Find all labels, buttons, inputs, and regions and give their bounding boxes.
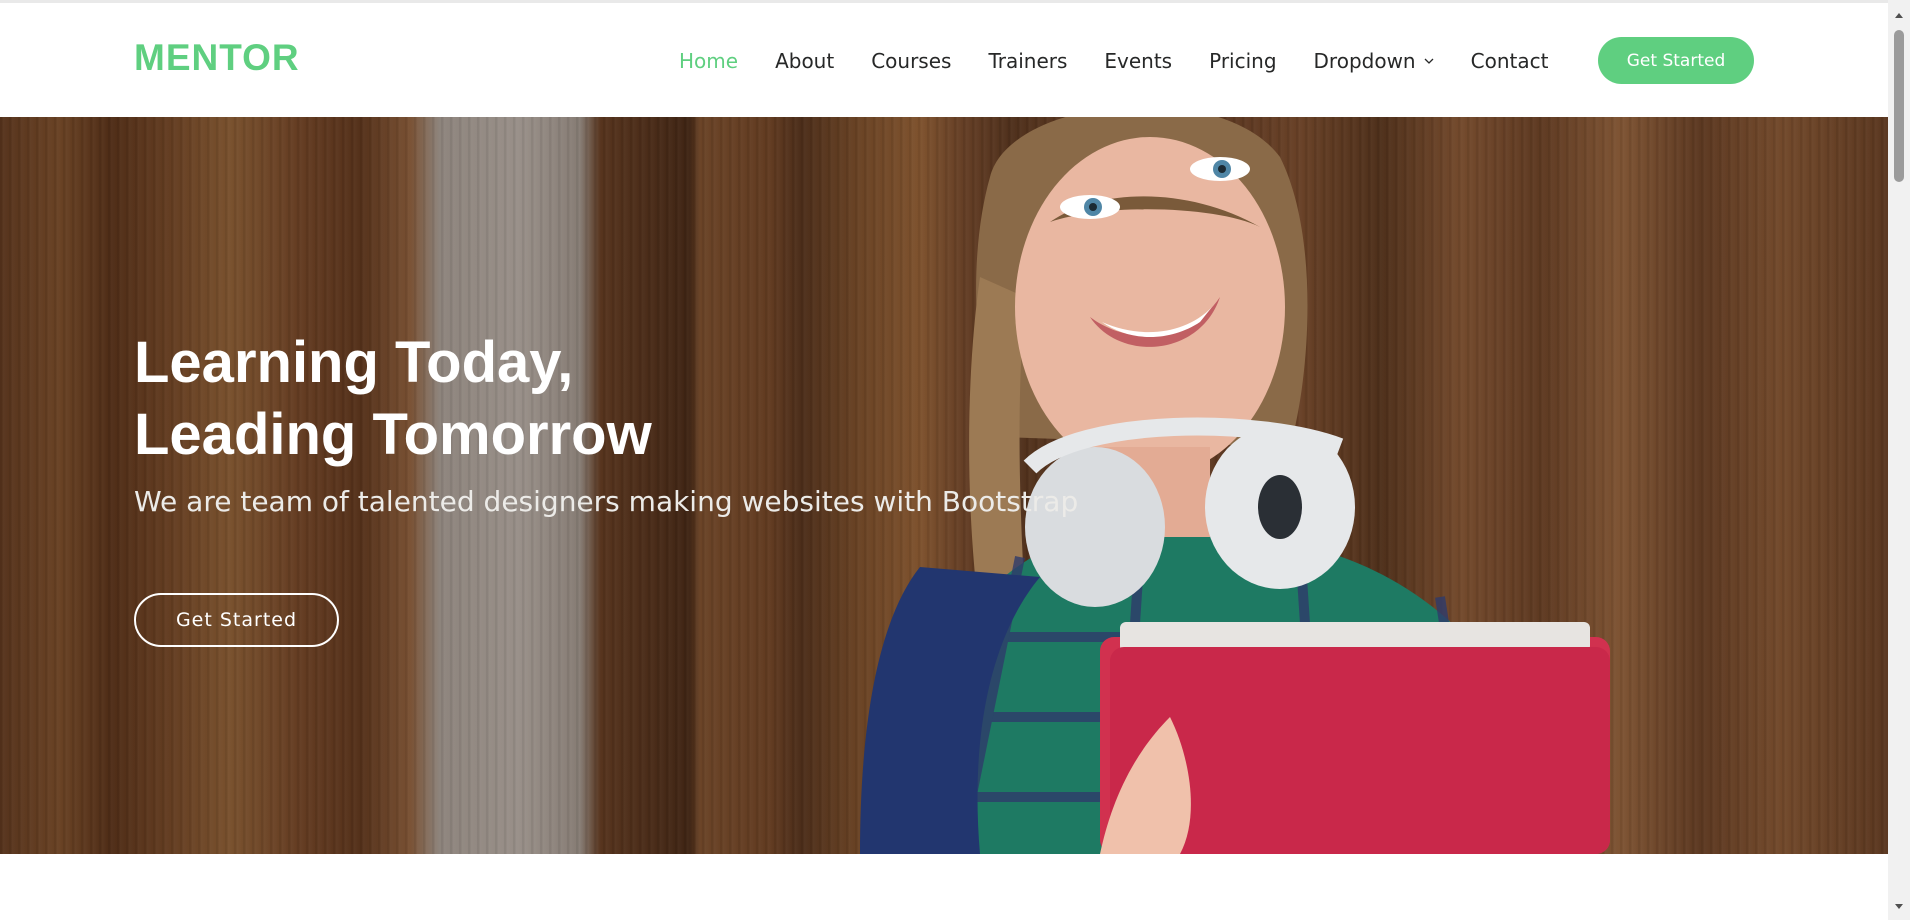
site-header: MENTOR Home About Courses Trainers Event… <box>0 3 1888 117</box>
hero-title: Learning Today, Leading Tomorrow <box>134 327 652 471</box>
main-nav: Home About Courses Trainers Events Prici… <box>679 49 1548 73</box>
scroll-up-arrow-icon[interactable] <box>1893 10 1905 22</box>
site-logo[interactable]: MENTOR <box>134 37 300 79</box>
hero-get-started-button[interactable]: Get Started <box>134 593 339 647</box>
hero-section: Learning Today, Leading Tomorrow We are … <box>0 117 1888 854</box>
nav-trainers[interactable]: Trainers <box>988 49 1067 73</box>
nav-trainers-label: Trainers <box>988 49 1068 73</box>
chevron-down-icon <box>1424 58 1434 64</box>
nav-pricing-label: Pricing <box>1209 49 1277 73</box>
nav-about[interactable]: About <box>775 49 834 73</box>
nav-home[interactable]: Home <box>679 49 738 73</box>
scrollbar-thumb[interactable] <box>1894 30 1904 182</box>
nav-events[interactable]: Events <box>1104 49 1172 73</box>
nav-courses[interactable]: Courses <box>871 49 951 73</box>
nav-about-label: About <box>775 49 835 73</box>
page-scrollbar[interactable] <box>1888 0 1910 920</box>
header-get-started-button[interactable]: Get Started <box>1598 37 1754 84</box>
nav-contact[interactable]: Contact <box>1471 49 1549 73</box>
nav-dropdown[interactable]: Dropdown <box>1314 49 1434 73</box>
nav-events-label: Events <box>1104 49 1173 73</box>
scroll-down-arrow-icon[interactable] <box>1893 900 1905 912</box>
nav-pricing[interactable]: Pricing <box>1209 49 1276 73</box>
hero-title-line2: Leading Tomorrow <box>134 402 652 467</box>
nav-contact-label: Contact <box>1470 49 1549 73</box>
hero-title-line1: Learning Today, <box>134 330 574 395</box>
hero-subtitle: We are team of talented designers making… <box>134 485 1079 518</box>
nav-courses-label: Courses <box>871 49 952 73</box>
nav-home-label: Home <box>679 49 739 73</box>
nav-dropdown-label: Dropdown <box>1313 49 1416 73</box>
